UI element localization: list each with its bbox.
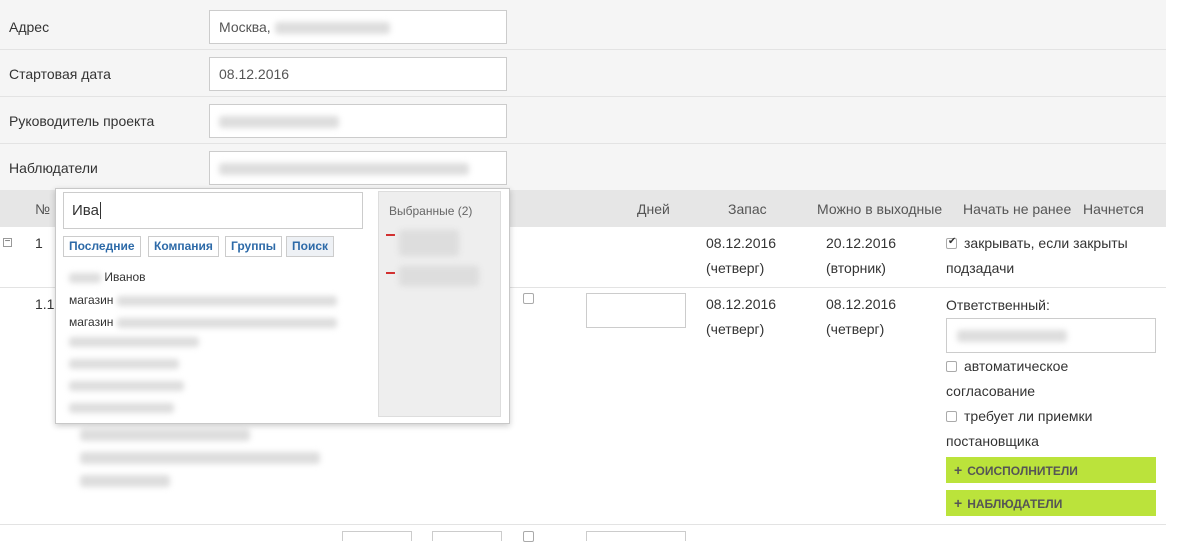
row1-start-date: 08.12.2016	[706, 235, 777, 251]
redacted-result[interactable]	[69, 337, 199, 347]
user-search-input[interactable]: Ива	[63, 192, 363, 229]
plus-icon: +	[954, 495, 963, 511]
observers-input[interactable]	[209, 151, 507, 185]
row2-start-day: (четверг)	[706, 321, 765, 337]
auto-approval-label-2: согласование	[946, 383, 1036, 399]
start-date-row: Стартовая дата 08.12.2016	[0, 49, 1166, 97]
add-coexecutors-button[interactable]: + СОИСПОЛНИТЕЛИ	[946, 457, 1156, 483]
redacted-text	[219, 163, 469, 176]
header-reserve: Запас	[728, 201, 767, 217]
close-subtasks-checkbox[interactable]	[946, 236, 957, 249]
search-result-item[interactable]: магазин	[69, 315, 337, 329]
tab-company[interactable]: Компания	[148, 236, 219, 257]
responsible-input[interactable]	[946, 318, 1156, 353]
next-row-input[interactable]	[586, 531, 686, 541]
start-date-value: 08.12.2016	[219, 66, 290, 82]
tab-groups[interactable]: Группы	[225, 236, 282, 257]
manager-input[interactable]	[209, 104, 507, 138]
header-num: №	[35, 201, 51, 217]
result-name: магазин	[69, 293, 114, 307]
row-divider	[0, 524, 1166, 525]
search-result-item[interactable]: Иванов	[69, 270, 146, 284]
header-days: Дней	[637, 201, 670, 217]
close-subtasks-label-2: подзадачи	[946, 260, 1015, 276]
tab-search[interactable]: Поиск	[286, 236, 335, 257]
address-input[interactable]: Москва,	[209, 10, 507, 44]
add-coexecutors-label: СОИСПОЛНИТЕЛИ	[967, 464, 1078, 478]
requires-acceptance-label: требует ли приемки	[964, 408, 1093, 424]
user-selector-popup: Ива Последние Компания Группы Поиск Иван…	[55, 188, 510, 424]
row1-num: 1	[35, 235, 43, 251]
add-observers-button[interactable]: + НАБЛЮДАТЕЛИ	[946, 490, 1156, 516]
row1-end-day: (вторник)	[826, 260, 886, 276]
address-label: Адрес	[9, 19, 50, 35]
row2-checkbox[interactable]	[523, 293, 534, 304]
redacted-text	[69, 272, 101, 283]
observers-row: Наблюдатели	[0, 143, 1166, 190]
row2-num: 1.1	[35, 296, 55, 312]
redacted-text	[116, 295, 337, 306]
tab-recent[interactable]: Последние	[63, 236, 141, 257]
redacted-text	[116, 317, 337, 328]
address-row: Адрес Москва,	[0, 2, 1166, 50]
observers-label: Наблюдатели	[9, 160, 98, 176]
selected-user	[399, 230, 459, 256]
selected-user	[399, 266, 479, 286]
row1-end-date: 20.12.2016	[826, 235, 897, 251]
redacted-text	[957, 330, 1067, 342]
redacted-result[interactable]	[69, 403, 174, 413]
task-description	[70, 425, 390, 500]
row2-start-date: 08.12.2016	[706, 296, 777, 312]
collapse-toggle[interactable]: −	[3, 237, 12, 247]
search-result-item[interactable]: магазин	[69, 293, 337, 307]
row1-start-day: (четверг)	[706, 260, 765, 276]
manager-row: Руководитель проекта	[0, 96, 1166, 144]
remove-icon[interactable]	[386, 272, 395, 274]
selected-users-title: Выбранные (2)	[389, 204, 473, 218]
result-name: магазин	[69, 315, 114, 329]
redacted-result[interactable]	[69, 359, 179, 369]
header-not-before: Начать не ранее	[963, 201, 1072, 217]
address-value: Москва,	[219, 19, 271, 35]
next-row-input[interactable]	[432, 531, 502, 541]
header-starts: Начнется	[1083, 201, 1144, 217]
user-search-value: Ива	[72, 202, 99, 219]
text-caret	[99, 202, 101, 219]
close-subtasks-label: закрывать, если закрыты	[964, 235, 1128, 251]
requires-acceptance-checkbox[interactable]	[946, 411, 957, 422]
auto-approval-label: автоматическое	[964, 358, 1069, 374]
responsible-label: Ответственный:	[946, 297, 1050, 313]
add-observers-label: НАБЛЮДАТЕЛИ	[967, 497, 1063, 511]
remove-icon[interactable]	[386, 234, 395, 236]
requires-acceptance-label-2: постановщика	[946, 433, 1039, 449]
start-date-input[interactable]: 08.12.2016	[209, 57, 507, 91]
redacted-text	[274, 22, 390, 35]
manager-label: Руководитель проекта	[9, 113, 155, 129]
auto-approval-checkbox[interactable]	[946, 361, 957, 372]
row2-end-day: (четверг)	[826, 321, 885, 337]
redacted-text	[219, 116, 339, 129]
redacted-result[interactable]	[69, 381, 184, 391]
days-input[interactable]	[586, 293, 686, 328]
start-date-label: Стартовая дата	[9, 66, 111, 82]
header-weekends: Можно в выходные	[817, 201, 943, 217]
result-name: Иванов	[104, 270, 146, 284]
next-row-input[interactable]	[342, 531, 412, 541]
selected-users-panel: Выбранные (2)	[378, 191, 501, 417]
plus-icon: +	[954, 462, 963, 478]
row2-end-date: 08.12.2016	[826, 296, 897, 312]
